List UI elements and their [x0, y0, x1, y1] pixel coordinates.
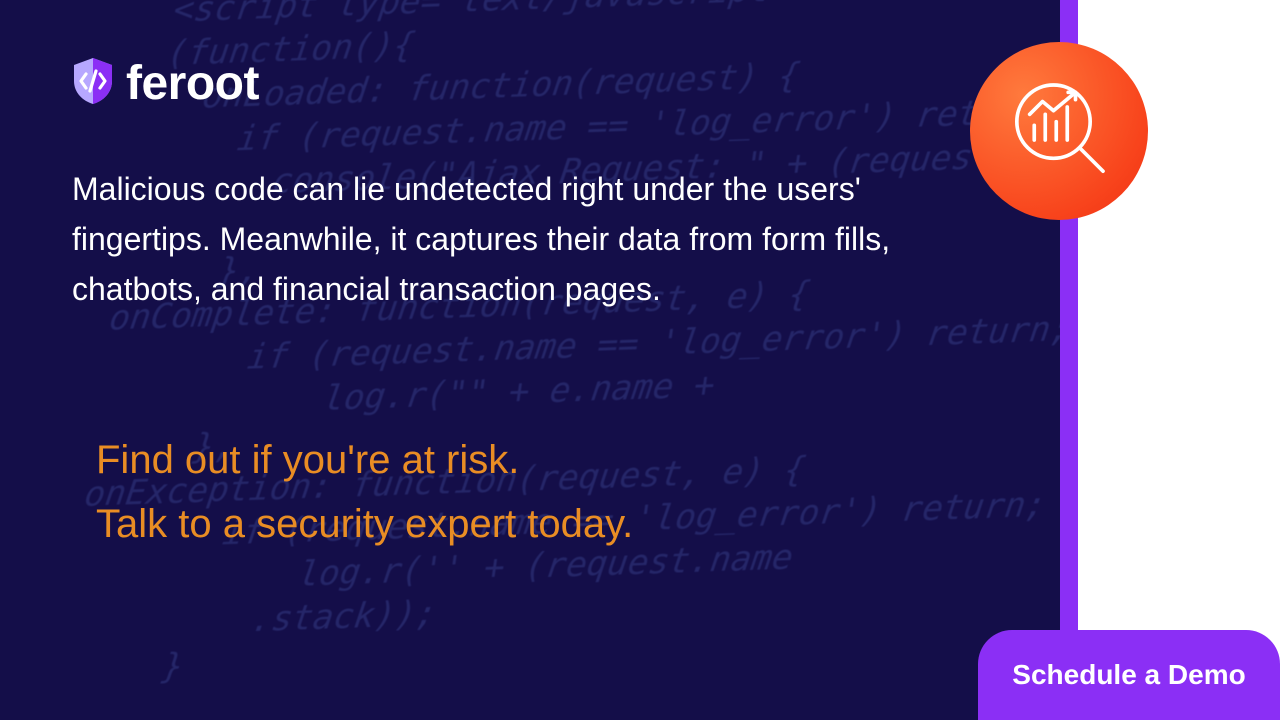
hero-panel: <script type="text/javascript"> (functio… — [0, 0, 1060, 720]
shield-code-icon — [72, 57, 114, 110]
schedule-demo-label: Schedule a Demo — [1012, 659, 1245, 691]
body-copy: Malicious code can lie undetected right … — [72, 164, 892, 314]
cta-line-1: Find out if you're at risk. — [96, 428, 633, 492]
brand-name: feroot — [126, 56, 259, 111]
brand-logo: feroot — [72, 56, 259, 111]
analytics-badge — [970, 42, 1148, 220]
cta-copy: Find out if you're at risk. Talk to a se… — [96, 428, 633, 556]
analytics-magnifier-icon — [1004, 74, 1114, 189]
cta-line-2: Talk to a security expert today. — [96, 492, 633, 556]
schedule-demo-button[interactable]: Schedule a Demo — [978, 630, 1280, 720]
